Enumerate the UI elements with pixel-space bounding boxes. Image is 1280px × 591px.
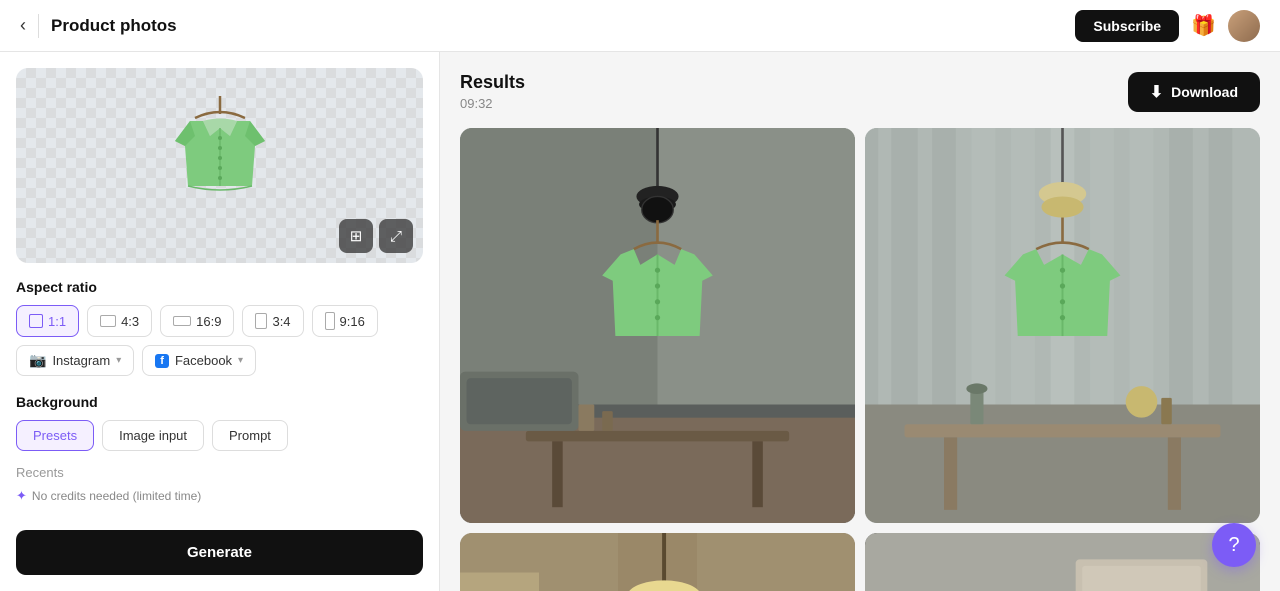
- credits-note: ✦ No credits needed (limited time): [16, 488, 423, 504]
- help-button[interactable]: ?: [1212, 523, 1256, 567]
- ratio-3-4[interactable]: 3:4: [242, 305, 303, 337]
- avatar-image: [1228, 10, 1260, 42]
- main-layout: ⊞ ⤢ Aspect ratio 1:1 4:3 16:9 3:4: [0, 52, 1280, 591]
- instagram-chevron-icon: ▾: [116, 355, 121, 366]
- right-panel: Results 09:32 ⬇ Download: [440, 52, 1280, 591]
- ratio-9-16-icon: [325, 312, 335, 330]
- credits-text: No credits needed (limited time): [32, 489, 201, 503]
- result-image-4[interactable]: [865, 533, 1260, 591]
- download-label: Download: [1171, 84, 1238, 100]
- image-preview: ⊞ ⤢: [16, 68, 423, 263]
- subscribe-button[interactable]: Subscribe: [1075, 10, 1179, 42]
- ratio-3-4-icon: [255, 313, 267, 329]
- instagram-button[interactable]: 📷 Instagram ▾: [16, 345, 134, 376]
- crop-icon[interactable]: ⊞: [339, 219, 373, 253]
- result-image-3[interactable]: [460, 533, 855, 591]
- download-icon: ⬇: [1150, 82, 1163, 102]
- ratio-1-1-label: 1:1: [48, 314, 66, 329]
- results-grid: [460, 128, 1260, 591]
- ratio-9-16[interactable]: 9:16: [312, 305, 378, 337]
- ratio-1-1-icon: [29, 314, 43, 328]
- expand-icon[interactable]: ⤢: [379, 219, 413, 253]
- aspect-ratio-label: Aspect ratio: [16, 279, 423, 295]
- product-image: [140, 86, 300, 246]
- header-actions: Subscribe 🎁: [1075, 10, 1260, 42]
- ratio-4-3-icon: [100, 315, 116, 327]
- background-tabs: Presets Image input Prompt: [16, 420, 423, 451]
- gift-icon[interactable]: 🎁: [1191, 13, 1216, 38]
- ratio-1-1[interactable]: 1:1: [16, 305, 79, 337]
- instagram-icon: 📷: [29, 352, 46, 369]
- background-label: Background: [16, 394, 423, 410]
- facebook-button[interactable]: f Facebook ▾: [142, 345, 256, 376]
- facebook-chevron-icon: ▾: [238, 355, 243, 366]
- download-button[interactable]: ⬇ Download: [1128, 72, 1260, 112]
- tab-prompt[interactable]: Prompt: [212, 420, 288, 451]
- aspect-ratio-options: 1:1 4:3 16:9 3:4 9:16: [16, 305, 423, 337]
- facebook-label: Facebook: [175, 353, 232, 368]
- facebook-icon: f: [155, 354, 169, 368]
- result-image-1[interactable]: [460, 128, 855, 523]
- results-title: Results: [460, 72, 525, 93]
- help-icon: ?: [1228, 534, 1239, 557]
- header: ‹ Product photos Subscribe 🎁: [0, 0, 1280, 52]
- ratio-4-3[interactable]: 4:3: [87, 305, 152, 337]
- diamond-icon: ✦: [16, 488, 27, 504]
- ratio-3-4-label: 3:4: [272, 314, 290, 329]
- tab-presets[interactable]: Presets: [16, 420, 94, 451]
- ratio-16-9-label: 16:9: [196, 314, 221, 329]
- left-panel: ⊞ ⤢ Aspect ratio 1:1 4:3 16:9 3:4: [0, 52, 440, 591]
- result-image-2[interactable]: [865, 128, 1260, 523]
- social-options: 📷 Instagram ▾ f Facebook ▾: [16, 345, 423, 376]
- ratio-16-9[interactable]: 16:9: [160, 305, 234, 337]
- avatar[interactable]: [1228, 10, 1260, 42]
- generate-button[interactable]: Generate: [16, 530, 423, 575]
- ratio-4-3-label: 4:3: [121, 314, 139, 329]
- results-info: Results 09:32: [460, 72, 525, 111]
- page-title: Product photos: [51, 16, 1075, 36]
- tab-image-input[interactable]: Image input: [102, 420, 204, 451]
- ratio-16-9-icon: [173, 316, 191, 326]
- preview-actions: ⊞ ⤢: [339, 219, 413, 253]
- results-header: Results 09:32 ⬇ Download: [460, 72, 1260, 112]
- ratio-9-16-label: 9:16: [340, 314, 365, 329]
- back-button[interactable]: ‹: [20, 15, 26, 36]
- recents-label: Recents: [16, 465, 423, 480]
- header-divider: [38, 14, 39, 38]
- instagram-label: Instagram: [52, 353, 110, 368]
- results-time: 09:32: [460, 96, 525, 111]
